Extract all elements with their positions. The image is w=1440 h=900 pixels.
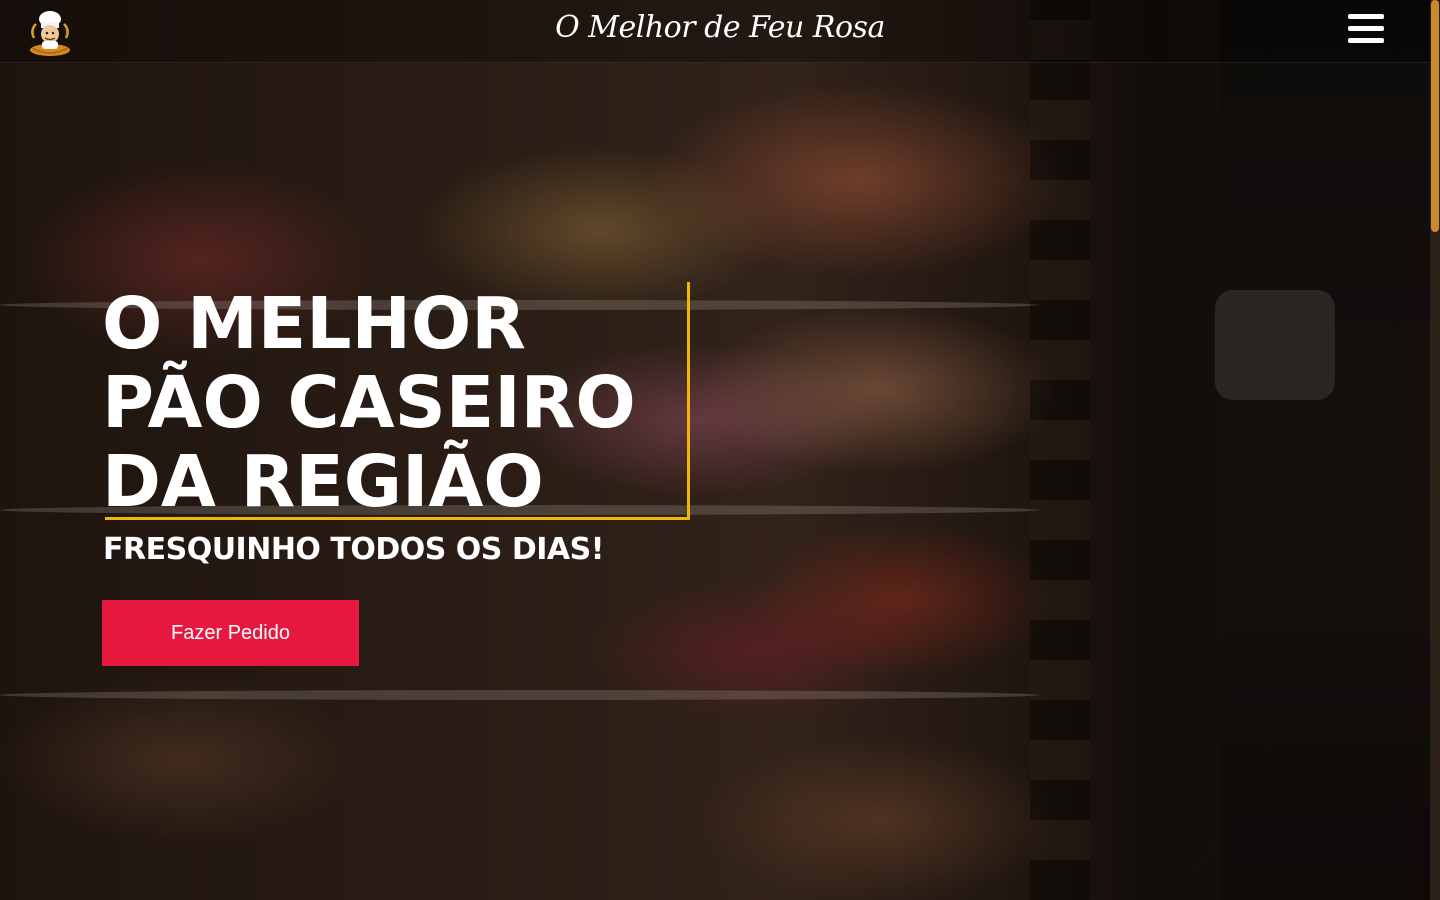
hero-tagline: FRESQUINHO TODOS OS DIAS! [103,532,604,567]
order-button[interactable]: Fazer Pedido [102,600,359,666]
hero-title-line: PÃO CASEIRO [102,361,636,444]
menu-bar [1348,26,1384,31]
hamburger-menu-icon[interactable] [1348,14,1384,46]
menu-bar [1348,38,1384,43]
menu-bar [1348,14,1384,19]
brand-title: O Melhor de Feu Rosa [555,10,885,45]
top-navbar: O Melhor de Feu Rosa [0,0,1440,63]
hero-title-line: DA REGIÃO [102,440,544,523]
hero-title: O MELHOR PÃO CASEIRO DA REGIÃO [102,284,636,521]
title-frame-right [687,282,690,519]
scrollbar-thumb[interactable] [1431,0,1439,232]
title-frame-bottom [105,517,690,520]
hero-title-line: O MELHOR [102,282,526,365]
page-scrollbar[interactable] [1430,0,1440,900]
page: O Melhor de Feu Rosa O MELHOR PÃO CASEIR… [0,0,1440,900]
